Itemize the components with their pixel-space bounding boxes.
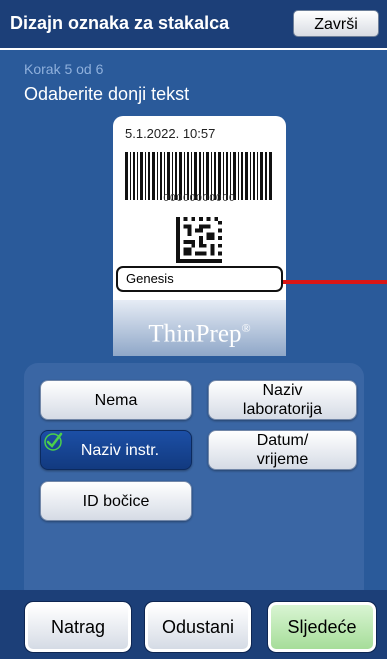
bottom-text-field: Genesis: [116, 266, 283, 292]
option-vial-id-button[interactable]: ID bočice: [40, 481, 192, 521]
cancel-button[interactable]: Odustani: [144, 601, 252, 653]
barcode-number: 00000000000: [163, 193, 236, 204]
back-button[interactable]: Natrag: [24, 601, 132, 653]
next-button[interactable]: Sljedeće: [267, 601, 377, 653]
datamatrix-code-icon: [176, 217, 222, 263]
checkmark-icon: [44, 432, 63, 451]
done-button[interactable]: Završi: [293, 10, 379, 37]
step-indicator: Korak 5 od 6: [24, 61, 104, 77]
option-instr-name-button[interactable]: Naziv instr.: [40, 430, 192, 470]
option-datetime-button[interactable]: Datum/ vrijeme: [208, 430, 357, 470]
option-lab-name-label: Naziv laboratorija: [242, 382, 323, 418]
instruction-text: Odaberite donji tekst: [24, 84, 190, 104]
thinprep-logo: ThinPrep®: [113, 300, 286, 356]
page-title: Dizajn oznaka za stakalca: [10, 13, 230, 33]
option-lab-name-button[interactable]: Naziv laboratorija: [208, 380, 357, 420]
pointer-line: [283, 280, 387, 284]
option-datetime-label: Datum/ vrijeme: [256, 432, 309, 468]
option-none-button[interactable]: Nema: [40, 380, 192, 420]
header-bar: Dizajn oznaka za stakalca Završi: [0, 0, 387, 50]
slide-label-preview: 5.1.2022. 10:57 00000000000 Genesis Thin…: [113, 116, 286, 356]
label-date: 5.1.2022. 10:57: [125, 126, 216, 141]
option-instr-name-label: Naziv instr.: [80, 441, 160, 459]
